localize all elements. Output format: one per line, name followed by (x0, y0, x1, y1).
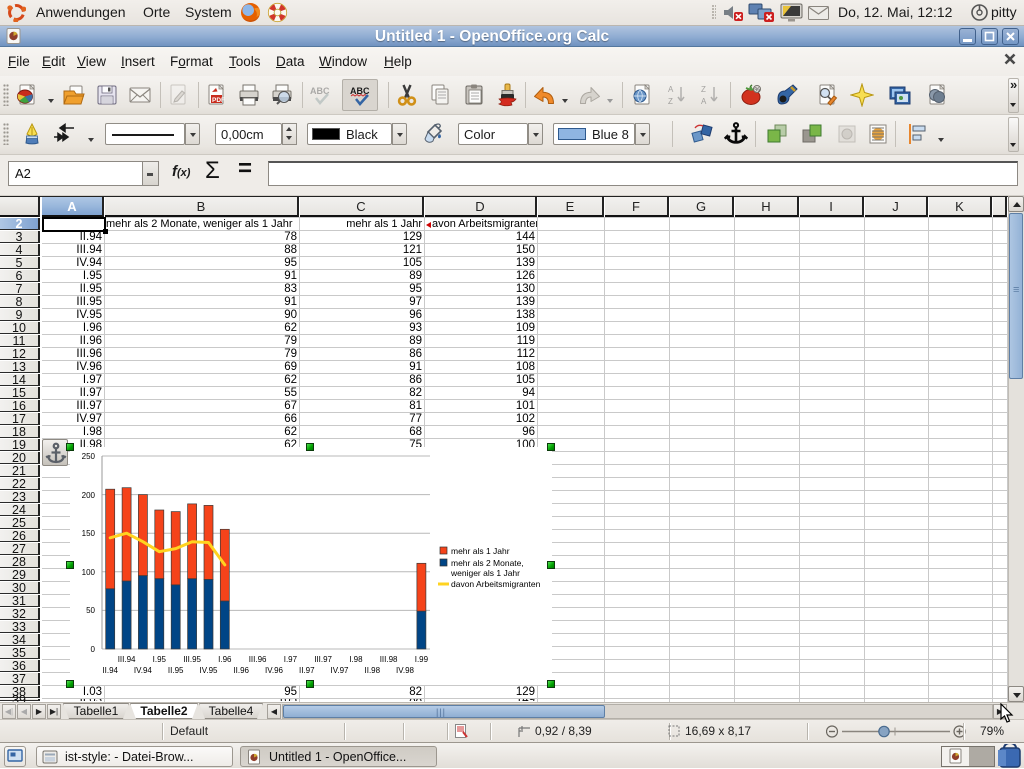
svg-text:PDF: PDF (212, 97, 225, 104)
svg-text:IV.94: IV.94 (134, 666, 152, 675)
svg-text:IV.95: IV.95 (200, 666, 218, 675)
svg-text:Z: Z (701, 85, 706, 94)
svg-text:A: A (668, 85, 674, 94)
svg-text:I.98: I.98 (349, 655, 363, 664)
svg-text:A: A (701, 97, 707, 106)
svg-text:II.98: II.98 (365, 666, 381, 675)
svg-text:III.95: III.95 (183, 655, 201, 664)
svg-text:I.95: I.95 (153, 655, 167, 664)
svg-text:II.94: II.94 (102, 666, 118, 675)
svg-text:III.94: III.94 (118, 655, 136, 664)
svg-text:IV.97: IV.97 (331, 666, 349, 675)
svg-text:II.95: II.95 (168, 666, 184, 675)
svg-text:50: 50 (86, 606, 95, 615)
svg-text:weniger als 1 Jahr: weniger als 1 Jahr (450, 568, 520, 578)
svg-text:200: 200 (82, 491, 96, 500)
svg-text:III.96: III.96 (249, 655, 267, 664)
svg-text:II.96: II.96 (233, 666, 249, 675)
svg-text:III.97: III.97 (314, 655, 332, 664)
svg-text:0: 0 (91, 645, 96, 654)
svg-text:I.99: I.99 (415, 655, 429, 664)
svg-text:davon Arbeitsmigranten: davon Arbeitsmigranten (451, 579, 541, 589)
svg-text:IV.96: IV.96 (265, 666, 283, 675)
svg-text:III.98: III.98 (380, 655, 398, 664)
svg-text:150: 150 (82, 529, 96, 538)
svg-text:I.96: I.96 (218, 655, 232, 664)
svg-text:%: % (755, 88, 761, 94)
svg-text:100: 100 (82, 568, 96, 577)
svg-text:I.97: I.97 (284, 655, 298, 664)
svg-text:IV.98: IV.98 (396, 666, 414, 675)
svg-text:mehr als 1 Jahr: mehr als 1 Jahr (451, 546, 510, 556)
svg-text:Z: Z (668, 97, 673, 106)
svg-text:mehr als 2 Monate,: mehr als 2 Monate, (451, 558, 524, 568)
svg-text:250: 250 (82, 452, 96, 461)
svg-text:II.97: II.97 (299, 666, 315, 675)
